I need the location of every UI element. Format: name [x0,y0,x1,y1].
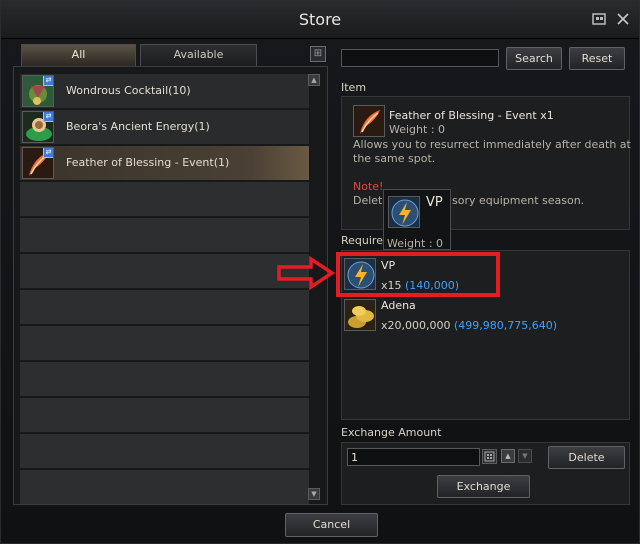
scroll-up-icon[interactable]: ▲ [308,74,320,86]
required-qty: x20,000,000 [381,319,451,332]
view-toggle-button[interactable]: ⊞ [310,46,326,62]
empty-slot [20,326,309,360]
arrow-icon [277,255,336,293]
tab-all[interactable]: All [21,44,136,66]
empty-slot [20,290,309,324]
decrease-icon[interactable]: ▼ [518,449,532,463]
tooltip-name: VP [426,195,443,210]
window-title: Store [298,10,342,29]
detail-weight: Weight : 0 [389,123,445,136]
owned-qty: (499,980,775,640) [454,319,558,332]
delete-button[interactable]: Delete [548,446,625,469]
increase-icon[interactable]: ▲ [501,449,515,463]
empty-slot [20,398,309,432]
vp-icon [388,196,420,228]
search-input[interactable] [341,49,499,67]
cocktail-icon: ⇄ [22,75,54,107]
requirement-quantity: x20,000,000 (499,980,775,640) [381,319,557,332]
feather-icon [353,105,385,137]
empty-slot [20,434,309,468]
item-name: Feather of Blessing - Event(1) [66,156,230,169]
exchange-badge-icon: ⇄ [43,112,53,122]
close-icon[interactable] [614,11,632,29]
highlight-box [336,252,500,297]
item-name: Beora's Ancient Energy(1) [66,120,210,133]
note-text-start: Delet [353,194,383,207]
store-window: Store All Available ⊞ ⇄ Wondrous Cocktai… [0,0,640,544]
list-item-beora-energy[interactable]: ⇄ Beora's Ancient Energy(1) [20,110,309,144]
empty-slot [20,470,309,504]
item-section-label: Item [341,81,367,94]
weight-value: 0 [436,237,444,250]
amount-input[interactable] [347,448,480,466]
list-item-wondrous-cocktail[interactable]: ⇄ Wondrous Cocktail(10) [20,74,309,108]
reset-button[interactable]: Reset [569,47,625,70]
empty-slot [20,182,309,216]
detail-description-line1: Allows you to resurrect immediately afte… [353,138,631,151]
scroll-down-icon[interactable]: ▼ [308,488,320,500]
empty-slot [20,254,309,288]
tooltip-weight: Weight : 0 [387,237,443,250]
note-label: Note! [353,180,384,193]
feather-icon: ⇄ [22,147,54,179]
empty-slot [20,362,309,396]
tab-available[interactable]: Available [140,44,257,66]
ancient-energy-icon: ⇄ [22,111,54,143]
adena-icon [344,299,376,331]
item-name: Wondrous Cocktail(10) [66,84,191,97]
empty-slot [20,218,309,252]
calculator-icon[interactable] [482,449,497,464]
settings-icon[interactable] [590,11,608,29]
weight-label: Weight : [389,123,435,136]
detail-item-name: Feather of Blessing - Event x1 [389,109,554,122]
title-bar: Store [1,1,639,39]
exchange-badge-icon: ⇄ [43,148,53,158]
cancel-button[interactable]: Cancel [285,513,378,537]
exchange-button[interactable]: Exchange [437,475,530,498]
weight-value: 0 [438,123,446,136]
exchange-amount-label: Exchange Amount [341,426,442,439]
requirement-name: Adena [381,299,416,312]
vp-tooltip: VP Weight : 0 [383,189,451,250]
note-text-end: sory equipment season. [452,194,585,207]
list-item-feather-of-blessing[interactable]: ⇄ Feather of Blessing - Event(1) [20,146,309,180]
search-button[interactable]: Search [506,47,562,70]
detail-description-line2: the same spot. [353,152,436,165]
exchange-badge-icon: ⇄ [43,76,53,86]
weight-label: Weight : [387,237,433,250]
